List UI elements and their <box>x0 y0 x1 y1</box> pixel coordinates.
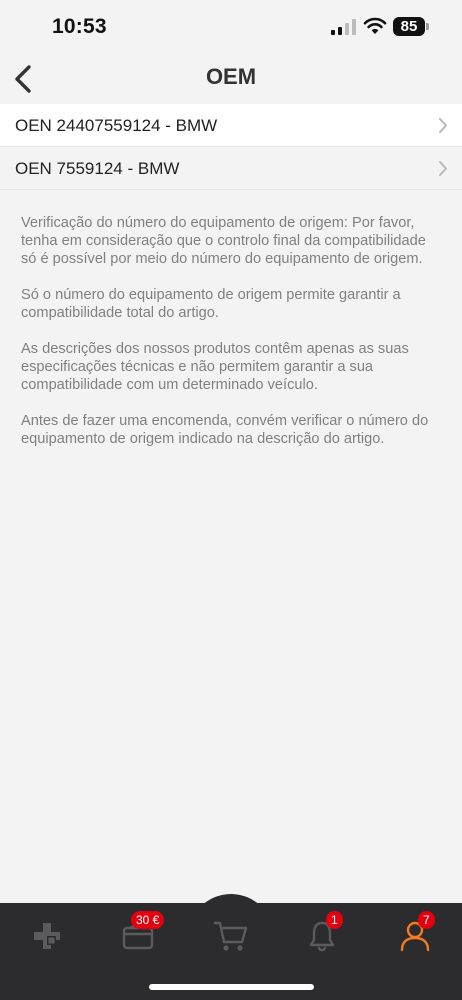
catalog-icon <box>34 923 60 949</box>
chevron-right-icon <box>439 118 447 133</box>
oem-list: OEN 24407559124 - BMW OEN 7559124 - BMW <box>0 104 462 190</box>
oem-item-label: OEN 24407559124 - BMW <box>15 116 218 135</box>
battery-level: 85 <box>393 17 425 36</box>
nav-header: OEM <box>0 56 462 104</box>
page-title: OEM <box>205 64 257 89</box>
profile-badge: 7 <box>418 911 435 929</box>
chevron-right-icon <box>439 161 447 176</box>
nav-catalog[interactable] <box>22 911 72 961</box>
status-bar: 10:53 85 <box>0 0 462 56</box>
screen: 10:53 85 OEM OEN 24407559124 - BMW OEN 7… <box>0 0 462 1000</box>
oem-info-text: Verificação do número do equipamento de … <box>21 214 441 466</box>
wallet-badge: 30 € <box>131 911 165 929</box>
nav-cart[interactable] <box>206 911 256 961</box>
info-paragraph: Antes de fazer uma encomenda, convém ver… <box>21 413 429 447</box>
info-paragraph: Verificação do número do equipamento de … <box>21 215 426 267</box>
cellular-signal-icon <box>331 19 356 35</box>
info-paragraph: Só o número do equipamento de origem per… <box>21 287 401 321</box>
oem-item-label: OEN 7559124 - BMW <box>15 159 180 178</box>
cart-icon <box>214 921 248 951</box>
home-indicator <box>149 984 314 990</box>
wifi-icon <box>363 17 387 34</box>
oem-list-item[interactable]: OEN 7559124 - BMW <box>0 147 462 190</box>
status-time: 10:53 <box>52 15 107 38</box>
info-paragraph: As descrições dos nossos produtos contêm… <box>21 341 409 393</box>
notifications-badge: 1 <box>326 911 343 929</box>
oem-list-item[interactable]: OEN 24407559124 - BMW <box>0 104 462 147</box>
battery-icon: 85 <box>393 17 429 36</box>
